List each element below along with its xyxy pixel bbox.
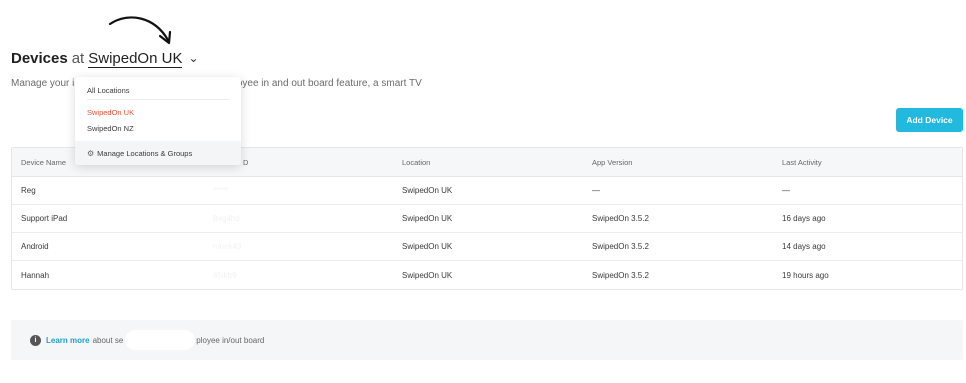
dropdown-item-all-locations[interactable]: All Locations	[87, 86, 130, 95]
column-device-name[interactable]: Device Name	[21, 148, 66, 176]
table-row[interactable]: Support iPad 8ag4hd SwipedOn UK SwipedOn…	[12, 205, 962, 233]
device-activity: 16 days ago	[782, 214, 826, 223]
dropdown-manage-locations[interactable]: ⚙ Manage Locations & Groups	[75, 141, 241, 165]
chevron-down-icon[interactable]: ⌄	[188, 51, 198, 65]
dropdown-item-swipedon-uk[interactable]: SwipedOn UK	[87, 108, 134, 117]
location-selector[interactable]: SwipedOn UK	[88, 50, 183, 68]
column-id[interactable]: D	[243, 148, 248, 176]
device-version: SwipedOn 3.5.2	[592, 242, 649, 251]
page-title: Devices at SwipedOn UK ⌄	[11, 50, 199, 68]
subtitle-start: Manage your iP	[11, 78, 82, 89]
table-row[interactable]: Android mnek43 SwipedOn UK SwipedOn 3.5.…	[12, 233, 962, 261]
device-location: SwipedOn UK	[402, 270, 453, 280]
info-text-end: ployee in/out board	[196, 335, 265, 345]
device-name: Android	[21, 242, 49, 251]
device-activity: —	[782, 186, 790, 195]
dropdown-divider	[87, 99, 229, 100]
device-location: SwipedOn UK	[402, 214, 453, 223]
device-id: mnek43	[213, 242, 242, 251]
device-name: Reg	[21, 186, 36, 195]
title-devices: Devices	[11, 50, 68, 67]
location-dropdown: All Locations SwipedOn UK SwipedOn NZ ⚙ …	[75, 77, 241, 165]
device-id: 45ikb9	[213, 270, 237, 280]
device-version: SwipedOn 3.5.2	[592, 270, 649, 280]
device-id: 8ag4hd	[213, 214, 240, 223]
add-device-button[interactable]: Add Device	[896, 108, 963, 132]
annotation-arrow-icon	[108, 16, 172, 45]
column-app-version[interactable]: App Version	[592, 148, 632, 176]
device-name: Support iPad	[21, 214, 68, 223]
device-version: —	[592, 186, 600, 195]
column-location[interactable]: Location	[402, 148, 430, 176]
table-row[interactable]: Reg ***** SwipedOn UK — —	[12, 177, 962, 205]
learn-more-link[interactable]: Learn more	[46, 336, 90, 345]
info-banner: i Learn more about se ployee in/out boar…	[11, 320, 963, 360]
device-id: *****	[213, 186, 229, 195]
info-icon: i	[30, 334, 41, 346]
manage-label: Manage Locations & Groups	[97, 148, 193, 158]
device-location: SwipedOn UK	[402, 242, 453, 251]
table-row[interactable]: Hannah 45ikb9 SwipedOn UK SwipedOn 3.5.2…	[12, 261, 962, 289]
title-at: at	[71, 50, 85, 67]
device-activity: 19 hours ago	[782, 270, 829, 280]
devices-table: Device Name D Location App Version Last …	[11, 147, 963, 290]
gear-icon: ⚙	[87, 148, 95, 158]
device-version: SwipedOn 3.5.2	[592, 214, 649, 223]
device-activity: 14 days ago	[782, 242, 826, 251]
column-last-activity[interactable]: Last Activity	[782, 148, 822, 176]
subtitle-end: ployee in and out board feature, a smart…	[229, 78, 422, 89]
info-text-start: about se	[92, 335, 124, 345]
device-location: SwipedOn UK	[402, 186, 453, 195]
dropdown-item-swipedon-nz[interactable]: SwipedOn NZ	[87, 124, 134, 133]
device-name: Hannah	[21, 270, 50, 280]
